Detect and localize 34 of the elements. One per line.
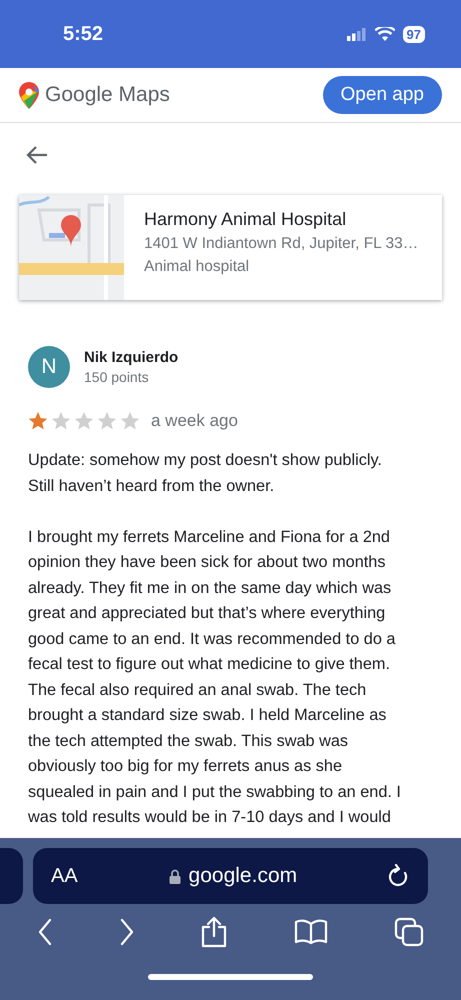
place-card[interactable]: Harmony Animal Hospital 1401 W Indiantown Rd, Jupiter, FL 33… Animal hospital	[19, 195, 442, 300]
tabs-icon[interactable]	[394, 917, 424, 947]
back-arrow-icon[interactable]	[26, 145, 48, 165]
star-icon	[119, 410, 141, 432]
map-pin-icon	[19, 82, 39, 108]
author-name: Nik Izquierdo	[84, 349, 178, 366]
tab-preview[interactable]	[0, 848, 23, 904]
book-icon[interactable]	[294, 919, 328, 945]
star-icon	[73, 410, 95, 432]
signal-icon	[346, 28, 367, 40]
author-points: 150 points	[84, 369, 150, 385]
review-paragraph: Update: somehow my post doesn't show publicly. Still haven’t heard from the owner.	[28, 450, 383, 496]
forward-icon[interactable]	[118, 918, 135, 946]
avatar: N	[28, 346, 70, 388]
place-address: 1401 W Indiantown Rd, Jupiter, FL 33…	[144, 235, 418, 253]
star-icon	[50, 410, 72, 432]
reload-icon[interactable]	[388, 864, 410, 888]
text-size-button[interactable]: AA	[51, 864, 78, 888]
logo-text: Google Maps	[45, 83, 170, 107]
place-name: Harmony Animal Hospital	[144, 209, 348, 230]
star-icon	[96, 410, 118, 432]
open-app-button[interactable]: Open app	[322, 76, 442, 114]
back-icon[interactable]	[36, 918, 53, 946]
lock-icon	[168, 868, 181, 884]
review-time: a week ago	[151, 411, 238, 431]
review-paragraph: I brought my ferrets Marceline and Fiona for a 2nd opinion they have been sick for about two months already. They fit me in on the same day which was great and appreciated but that’s where everything good came to an end. It was recommended to do a fecal test to figure out what medicine to give them. The fecal also required an anal swab. The tech brought a standard size swab. I held Marceline as the tech attempted the swab. This swab was obviously too big for my ferrets anus as she squealed in pain and I put the swabbing to an end. I was told results would be in 7-10 days and I would	[28, 526, 402, 828]
place-category: Animal hospital	[144, 258, 250, 276]
battery-indicator: 97	[402, 26, 425, 42]
url-text: google.com	[188, 864, 298, 888]
status-time: 5:52	[63, 22, 104, 46]
address-bar[interactable]: AA google.com	[33, 848, 428, 904]
wifi-icon	[374, 26, 395, 42]
star-icon	[27, 410, 49, 432]
share-icon[interactable]	[200, 916, 228, 948]
